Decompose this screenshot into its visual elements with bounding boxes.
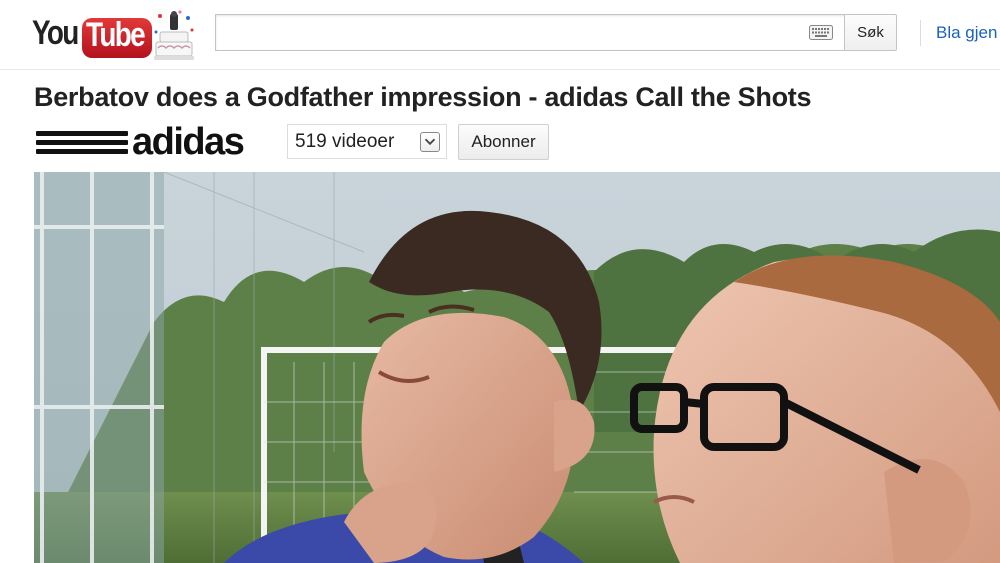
video-player[interactable] <box>34 172 1000 563</box>
logo-tube-badge: Tube <box>82 16 152 58</box>
video-count-dropdown[interactable]: 519 videoer <box>287 124 447 159</box>
logo-tube-text: Tube <box>86 16 146 54</box>
chevron-down-icon[interactable] <box>420 132 440 152</box>
video-frame <box>34 172 1000 563</box>
adidas-stripes-icon <box>36 131 128 157</box>
video-count-label: 519 videoer <box>295 130 395 152</box>
cake-icon <box>154 10 194 60</box>
header-divider <box>920 20 921 46</box>
channel-logo[interactable]: adidas <box>36 121 278 163</box>
youtube-logo[interactable]: You Tube <box>32 8 197 60</box>
browse-link[interactable]: Bla gjen <box>936 23 997 43</box>
search-input[interactable] <box>216 15 845 50</box>
subscribe-button[interactable]: Abonner <box>458 124 549 160</box>
search-box <box>215 14 845 51</box>
search-button[interactable]: Søk <box>844 14 897 51</box>
masthead: You Tube Søk Bla gjen <box>0 0 1000 70</box>
logo-you-text: You <box>32 14 79 52</box>
video-title: Berbatov does a Godfather impression - a… <box>34 82 812 112</box>
keyboard-icon[interactable] <box>809 25 833 40</box>
channel-brand-name: adidas <box>132 121 245 163</box>
